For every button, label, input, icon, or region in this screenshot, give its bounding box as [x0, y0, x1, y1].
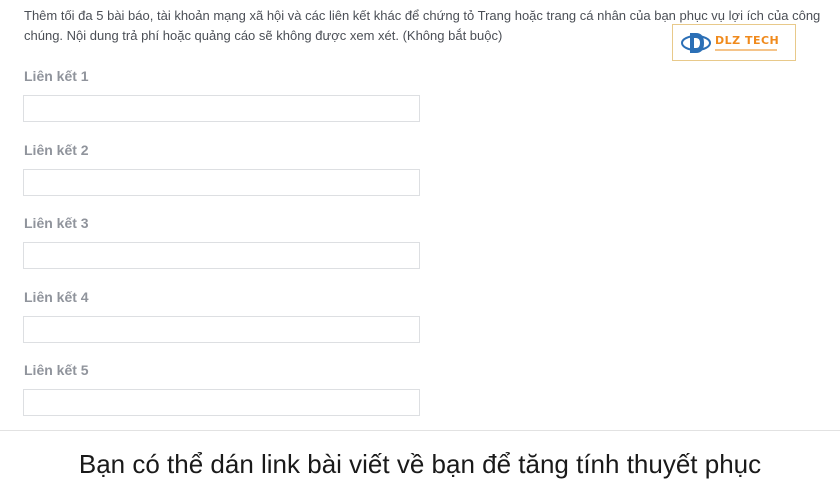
watermark-tagline-line [715, 49, 777, 51]
link-2-input[interactable] [23, 169, 420, 196]
link-1-label: Liên kết 1 [24, 68, 89, 84]
link-4-input[interactable] [23, 316, 420, 343]
link-3-label: Liên kết 3 [24, 215, 89, 231]
image-caption: Bạn có thể dán link bài viết về bạn để t… [78, 449, 762, 479]
link-4-label: Liên kết 4 [24, 289, 89, 305]
link-2-label: Liên kết 2 [24, 142, 89, 158]
link-form-screenshot: Thêm tối đa 5 bài báo, tài khoản mạng xã… [0, 0, 840, 431]
link-1-input[interactable] [23, 95, 420, 122]
watermark-text: DLZ TECH [715, 34, 779, 51]
link-3-input[interactable] [23, 242, 420, 269]
watermark-name: DLZ TECH [715, 34, 780, 47]
dlz-tech-watermark: DLZ TECH [672, 24, 796, 61]
link-5-label: Liên kết 5 [24, 362, 89, 378]
link-5-input[interactable] [23, 389, 420, 416]
dlz-logo-icon [681, 32, 711, 53]
